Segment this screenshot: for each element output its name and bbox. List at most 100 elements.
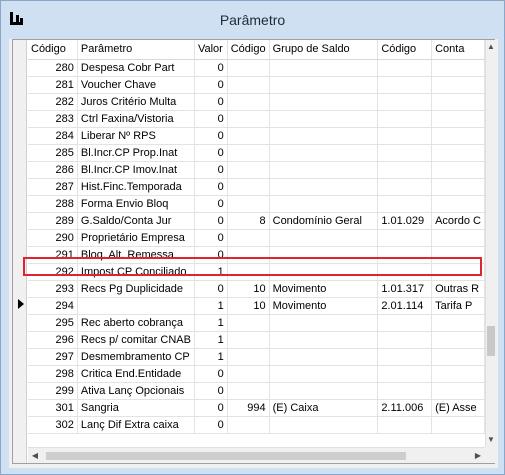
- cell-codigo-grupo[interactable]: [227, 110, 270, 128]
- cell-parametro[interactable]: Desmembramento CP: [77, 348, 195, 366]
- cell-valor[interactable]: 0: [194, 76, 228, 94]
- table-row[interactable]: 292 Impost CP Conciliado 1: [28, 263, 485, 281]
- cell-valor[interactable]: 1: [194, 331, 228, 349]
- cell-codigo-conta[interactable]: [377, 144, 433, 162]
- cell-conta[interactable]: [431, 246, 485, 264]
- table-row[interactable]: 286 Bl.Incr.CP Imov.Inat 0: [28, 161, 485, 179]
- cell-codigo-grupo[interactable]: [227, 416, 270, 434]
- cell-codigo[interactable]: 293: [28, 280, 78, 298]
- cell-codigo-conta[interactable]: [377, 331, 433, 349]
- cell-codigo-conta[interactable]: [377, 263, 433, 281]
- cell-valor[interactable]: 0: [194, 161, 228, 179]
- table-row[interactable]: 297 Desmembramento CP 1: [28, 348, 485, 366]
- cell-codigo-grupo[interactable]: [227, 229, 270, 247]
- cell-codigo-grupo[interactable]: [227, 314, 270, 332]
- column-header-codigo[interactable]: Código: [28, 40, 78, 60]
- cell-codigo-grupo[interactable]: 8: [227, 212, 270, 230]
- table-row[interactable]: 287 Hist.Finc.Temporada 0: [28, 178, 485, 196]
- cell-codigo-conta[interactable]: 2.11.006: [377, 399, 433, 417]
- cell-grupo-de-saldo[interactable]: [269, 314, 379, 332]
- cell-conta[interactable]: [431, 348, 485, 366]
- column-header-codigo-conta[interactable]: Código: [377, 40, 433, 60]
- cell-parametro[interactable]: Rec aberto cobrança: [77, 314, 195, 332]
- cell-conta[interactable]: [431, 93, 485, 111]
- cell-conta[interactable]: [431, 382, 485, 400]
- table-row[interactable]: 280 Despesa Cobr Part 0: [28, 59, 485, 77]
- cell-codigo[interactable]: 285: [28, 144, 78, 162]
- cell-codigo[interactable]: 301: [28, 399, 78, 417]
- table-row[interactable]: 283 Ctrl Faxina/Vistoria 0: [28, 110, 485, 128]
- cell-codigo-conta[interactable]: [377, 416, 433, 434]
- cell-valor[interactable]: 0: [194, 246, 228, 264]
- cell-parametro[interactable]: Voucher Chave: [77, 76, 195, 94]
- cell-valor[interactable]: 0: [194, 178, 228, 196]
- cell-parametro[interactable]: Critica End.Entidade: [77, 365, 195, 383]
- table-row[interactable]: 296 Recs p/ comitar CNAB 1: [28, 331, 485, 349]
- cell-conta[interactable]: [431, 110, 485, 128]
- cell-conta[interactable]: Tarifa P: [431, 297, 485, 315]
- cell-codigo[interactable]: 283: [28, 110, 78, 128]
- cell-parametro[interactable]: Juros Critério Multa: [77, 93, 195, 111]
- cell-codigo-grupo[interactable]: 994: [227, 399, 270, 417]
- cell-valor[interactable]: 0: [194, 59, 228, 77]
- cell-grupo-de-saldo[interactable]: [269, 263, 379, 281]
- cell-codigo-grupo[interactable]: [227, 365, 270, 383]
- cell-valor[interactable]: 0: [194, 195, 228, 213]
- cell-codigo-grupo[interactable]: [227, 246, 270, 264]
- cell-parametro[interactable]: Ctrl Faxina/Vistoria: [77, 110, 195, 128]
- cell-codigo[interactable]: 286: [28, 161, 78, 179]
- column-header-valor[interactable]: Valor: [194, 40, 228, 60]
- chevron-up-icon[interactable]: ▲: [486, 40, 496, 54]
- cell-codigo-conta[interactable]: [377, 93, 433, 111]
- cell-valor[interactable]: 0: [194, 127, 228, 145]
- cell-grupo-de-saldo[interactable]: [269, 382, 379, 400]
- cell-codigo[interactable]: 284: [28, 127, 78, 145]
- cell-conta[interactable]: [431, 161, 485, 179]
- cell-parametro[interactable]: Liberar Nº RPS: [77, 127, 195, 145]
- cell-grupo-de-saldo[interactable]: [269, 110, 379, 128]
- cell-grupo-de-saldo[interactable]: [269, 59, 379, 77]
- table-row[interactable]: 293 Recs Pg Duplicidade 0 10 Movimento 1.01.3…: [28, 280, 485, 298]
- cell-conta[interactable]: [431, 314, 485, 332]
- horizontal-scrollbar[interactable]: ◀ ▶: [28, 447, 485, 463]
- cell-grupo-de-saldo[interactable]: [269, 195, 379, 213]
- cell-conta[interactable]: Acordo C: [431, 212, 485, 230]
- cell-codigo-conta[interactable]: [377, 178, 433, 196]
- table-row[interactable]: 285 Bl.Incr.CP Prop.Inat 0: [28, 144, 485, 162]
- cell-grupo-de-saldo[interactable]: [269, 127, 379, 145]
- cell-codigo-conta[interactable]: [377, 195, 433, 213]
- table-row[interactable]: 290 Proprietário Empresa 0: [28, 229, 485, 247]
- cell-codigo[interactable]: 289: [28, 212, 78, 230]
- table-row[interactable]: 299 Ativa Lanç Opcionais 0: [28, 382, 485, 400]
- cell-grupo-de-saldo[interactable]: [269, 178, 379, 196]
- cell-codigo[interactable]: 295: [28, 314, 78, 332]
- cell-valor[interactable]: 0: [194, 144, 228, 162]
- table-row[interactable]: 282 Juros Critério Multa 0: [28, 93, 485, 111]
- cell-parametro[interactable]: Bl.Incr.CP Prop.Inat: [77, 144, 195, 162]
- cell-grupo-de-saldo[interactable]: Movimento: [269, 297, 379, 315]
- cell-valor[interactable]: 0: [194, 416, 228, 434]
- cell-codigo[interactable]: 299: [28, 382, 78, 400]
- table-row[interactable]: 291 Bloq. Alt. Remessa 0: [28, 246, 485, 264]
- vertical-scrollbar[interactable]: ▲ ▼: [485, 40, 495, 447]
- cell-conta[interactable]: [431, 144, 485, 162]
- cell-codigo[interactable]: 281: [28, 76, 78, 94]
- cell-codigo-grupo[interactable]: [227, 263, 270, 281]
- cell-conta[interactable]: [431, 59, 485, 77]
- table-row[interactable]: 289 G.Saldo/Conta Jur 0 8 Condomínio Geral 1.…: [28, 212, 485, 230]
- cell-valor[interactable]: 0: [194, 93, 228, 111]
- cell-grupo-de-saldo[interactable]: [269, 144, 379, 162]
- cell-codigo-grupo[interactable]: [227, 127, 270, 145]
- cell-conta[interactable]: [431, 365, 485, 383]
- table-row[interactable]: 301 Sangria 0 994 (E) Caixa 2.11.006 (E) Asse: [28, 399, 485, 417]
- cell-codigo-grupo[interactable]: 10: [227, 297, 270, 315]
- cell-codigo-grupo[interactable]: [227, 331, 270, 349]
- title-bar[interactable]: Parâmetro: [1, 1, 504, 39]
- cell-codigo-conta[interactable]: [377, 59, 433, 77]
- cell-parametro[interactable]: Ativa Lanç Opcionais: [77, 382, 195, 400]
- cell-conta[interactable]: [431, 195, 485, 213]
- cell-valor[interactable]: 0: [194, 229, 228, 247]
- cell-codigo[interactable]: 291: [28, 246, 78, 264]
- cell-codigo[interactable]: 302: [28, 416, 78, 434]
- cell-grupo-de-saldo[interactable]: Condomínio Geral: [269, 212, 379, 230]
